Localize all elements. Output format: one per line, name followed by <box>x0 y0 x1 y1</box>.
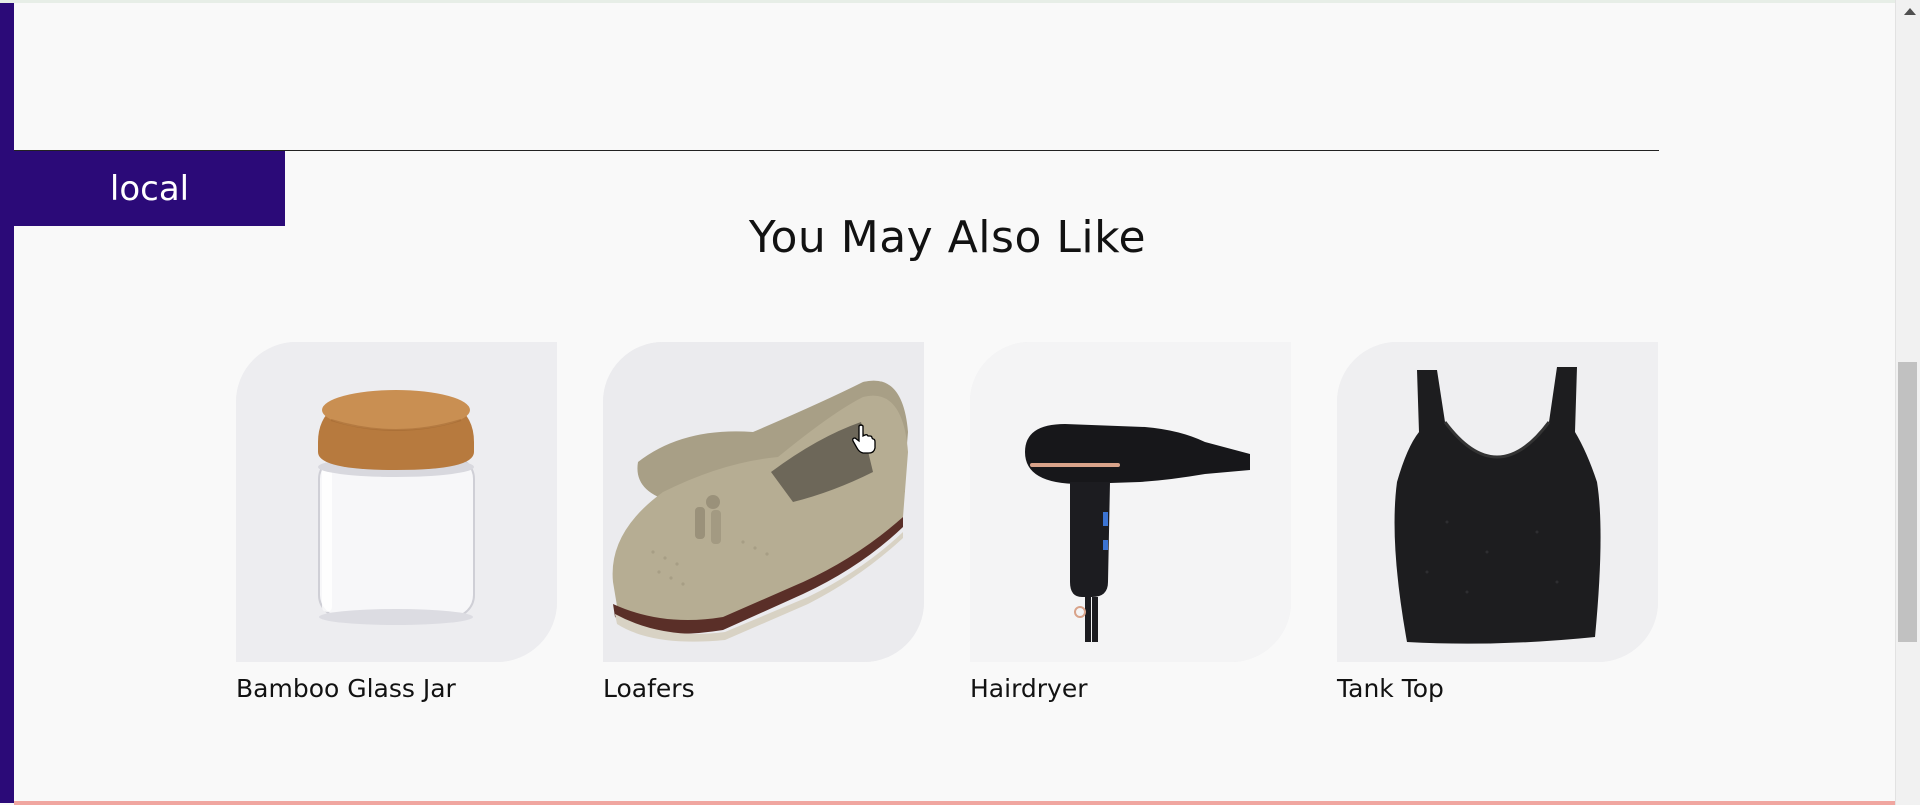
footer-accent-line <box>14 801 1895 805</box>
page: local You May Also Like Bamboo Glass Jar <box>0 0 1920 805</box>
environment-strip <box>0 3 14 803</box>
product-title[interactable]: Loafers <box>603 674 924 703</box>
product-card-loafers[interactable]: Loafers <box>603 342 924 703</box>
hand-pointer-cursor-icon <box>852 424 876 454</box>
product-card-tank-top[interactable]: Tank Top <box>1337 342 1658 703</box>
product-grid: Bamboo Glass Jar Loafers Hairdryer Tank … <box>236 342 1659 712</box>
scrollbar-thumb[interactable] <box>1898 362 1917 642</box>
product-card-bamboo-glass-jar[interactable]: Bamboo Glass Jar <box>236 342 557 703</box>
hairdryer-illustration <box>970 342 1291 662</box>
bamboo-glass-jar-image[interactable] <box>236 342 557 662</box>
product-title[interactable]: Bamboo Glass Jar <box>236 674 557 703</box>
product-title[interactable]: Hairdryer <box>970 674 1291 703</box>
hairdryer-image[interactable] <box>970 342 1291 662</box>
loafers-image[interactable] <box>603 342 924 662</box>
tank-top-image[interactable] <box>1337 342 1658 662</box>
product-card-hairdryer[interactable]: Hairdryer <box>970 342 1291 703</box>
loafers-illustration <box>603 342 924 662</box>
product-title[interactable]: Tank Top <box>1337 674 1658 703</box>
top-border <box>0 0 1920 3</box>
scroll-up-arrow-icon[interactable] <box>1904 8 1916 15</box>
section-title: You May Also Like <box>748 212 1147 263</box>
tank-top-illustration <box>1337 342 1658 662</box>
jar-illustration <box>236 342 557 662</box>
